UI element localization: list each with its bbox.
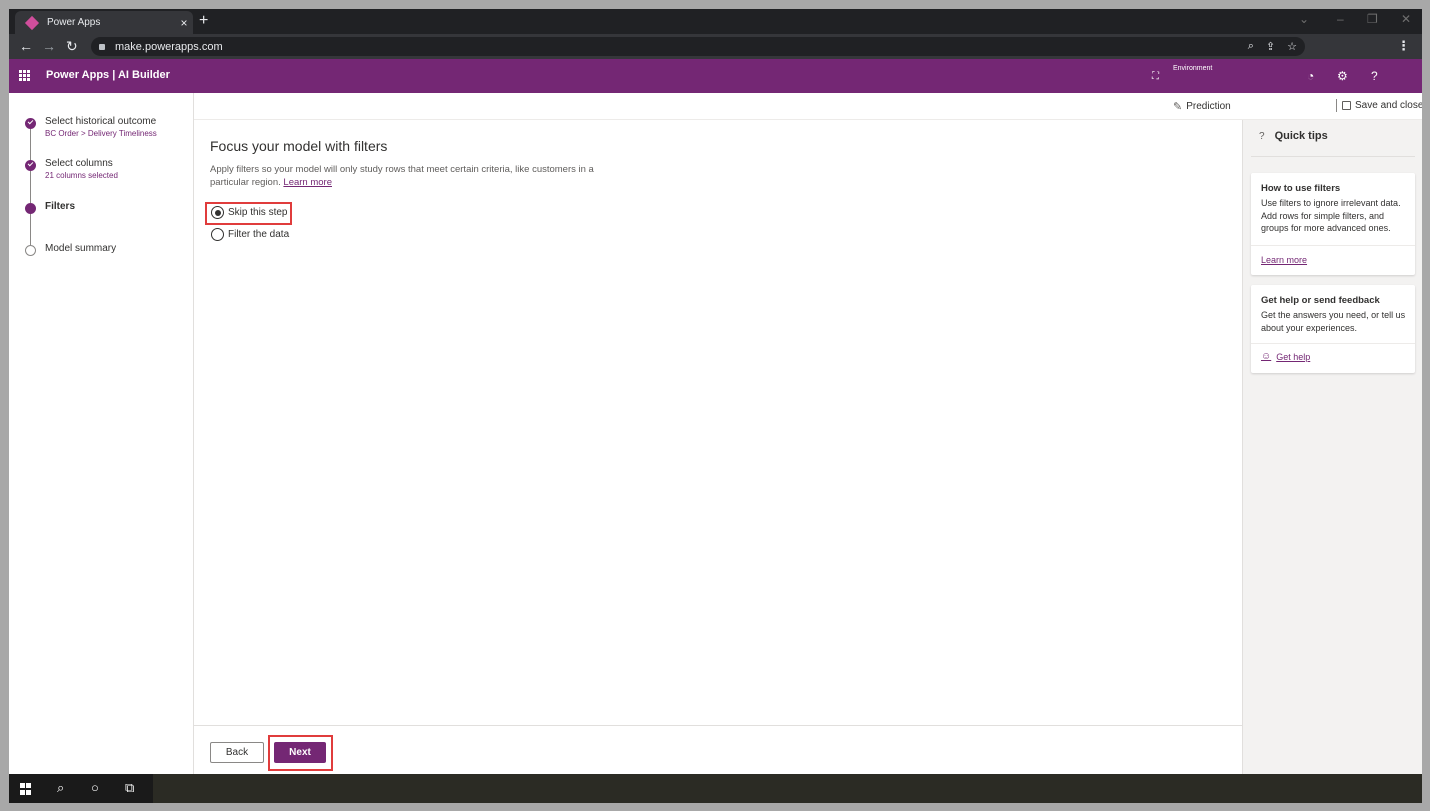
description-text: Apply filters so your model will only st…	[210, 164, 594, 188]
get-help-link[interactable]: ☺ Get help	[1261, 351, 1310, 362]
step-label: Model summary	[45, 243, 117, 254]
next-button[interactable]: Next	[274, 742, 326, 763]
task-view-icon[interactable]: ⧉	[125, 780, 134, 796]
divider	[1336, 99, 1337, 112]
prediction-label: Prediction	[1186, 101, 1231, 112]
environment-label[interactable]: Environment	[1173, 65, 1212, 72]
help-icon[interactable]: ?	[1371, 69, 1378, 83]
back-button[interactable]: Back	[210, 742, 264, 763]
taskbar: ⌕ ○ ⧉	[9, 774, 1422, 803]
step-connector	[30, 125, 31, 161]
radio-label: Filter the data	[228, 229, 290, 240]
prediction-button[interactable]: ✎ Prediction	[1173, 100, 1231, 113]
address-bar-row: ← → ↻ make.powerapps.com ⌕ ⇪ ☆ ⋮	[9, 34, 1422, 59]
tip-card-title: Get help or send feedback	[1261, 295, 1380, 306]
back-arrow-icon[interactable]: ←	[19, 38, 33, 54]
wizard-footer: Back Next	[194, 725, 1242, 774]
radio-filter-the-data[interactable]: Filter the data	[211, 228, 289, 241]
environment-icon[interactable]: ⛶	[1152, 71, 1159, 82]
radio-skip-this-step[interactable]: Skip this step	[211, 206, 287, 219]
tip-card-body: Get the answers you need, or tell us abo…	[1261, 310, 1406, 333]
forward-arrow-icon[interactable]: →	[42, 38, 56, 54]
browser-tab-strip: Power Apps × + ⌄ – ❐ ✕	[9, 9, 1422, 34]
tab-title: Power Apps	[47, 17, 101, 28]
restore-icon[interactable]: ❐	[1367, 12, 1378, 26]
save-and-close-button[interactable]: Save and close	[1342, 100, 1422, 111]
step-pending-icon	[25, 245, 36, 256]
divider	[1251, 245, 1415, 246]
tip-card-feedback: Get help or send feedback Get the answer…	[1251, 285, 1415, 373]
lock-icon	[99, 43, 105, 50]
cortana-icon[interactable]: ○	[91, 780, 99, 795]
step-current-icon	[25, 203, 36, 214]
step-complete-icon	[25, 118, 36, 129]
step-label: Select historical outcome	[45, 116, 157, 127]
step-sublabel: 21 columns selected	[45, 171, 118, 180]
radio-checked-icon[interactable]	[211, 206, 224, 219]
settings-gear-icon[interactable]: ⚙	[1337, 69, 1348, 83]
step-sublabel: BC Order > Delivery Timeliness	[45, 129, 157, 138]
taskbar-left: ⌕ ○ ⧉	[9, 774, 153, 803]
question-icon: ?	[1259, 130, 1265, 142]
quick-tips-header: ? Quick tips	[1259, 130, 1328, 142]
divider	[1251, 343, 1415, 344]
tab-close-icon[interactable]: ×	[175, 16, 193, 30]
learn-more-link[interactable]: Learn more	[1261, 255, 1307, 265]
windows-start-icon[interactable]	[20, 783, 32, 795]
close-window-icon[interactable]: ✕	[1401, 12, 1411, 26]
radio-unchecked-icon[interactable]	[211, 228, 224, 241]
notification-bell-icon[interactable]: ◔	[1307, 69, 1314, 83]
quick-tips-title: Quick tips	[1274, 130, 1328, 142]
url-text: make.powerapps.com	[115, 40, 223, 53]
step-connector	[30, 167, 31, 203]
page-title: Focus your model with filters	[210, 138, 388, 154]
tab-search-icon[interactable]: ⌄	[1299, 12, 1309, 26]
new-tab-icon[interactable]: +	[199, 12, 208, 30]
page-description: Apply filters so your model will only st…	[210, 163, 610, 189]
screen: Power Apps × + ⌄ – ❐ ✕ ← → ↻ make.powera…	[9, 9, 1422, 803]
main-content: Focus your model with filters Apply filt…	[194, 120, 1242, 725]
step-label: Select columns	[45, 158, 113, 169]
app-header: Power Apps | AI Builder ⛶ Environment ◔ …	[9, 59, 1422, 93]
radio-label: Skip this step	[228, 207, 288, 218]
zoom-icon[interactable]: ⌕	[1248, 40, 1254, 53]
tip-card-body: Use filters to ignore irrelevant data. A…	[1261, 198, 1401, 233]
star-icon[interactable]: ☆	[1287, 40, 1297, 53]
step-connector	[30, 209, 31, 245]
command-bar: ✎ Prediction Save and close	[194, 93, 1422, 120]
divider	[1251, 156, 1415, 157]
tip-card-filters: How to use filters Use filters to ignore…	[1251, 173, 1415, 275]
tip-card-title: How to use filters	[1261, 183, 1341, 194]
browser-menu-icon[interactable]: ⋮	[1397, 38, 1410, 54]
get-help-label: Get help	[1276, 351, 1311, 362]
app-launcher-icon[interactable]	[19, 70, 30, 81]
quick-tips-panel: ? Quick tips How to use filters Use filt…	[1242, 120, 1422, 774]
app-title[interactable]: Power Apps | AI Builder	[46, 69, 170, 81]
save-icon	[1342, 101, 1351, 110]
search-icon[interactable]: ⌕	[57, 780, 64, 796]
step-label: Filters	[45, 201, 76, 212]
save-and-close-label: Save and close	[1355, 100, 1422, 111]
learn-more-link[interactable]: Learn more	[283, 177, 332, 188]
minimize-icon[interactable]: –	[1337, 12, 1344, 26]
feedback-icon: ☺	[1261, 351, 1272, 362]
reload-icon[interactable]: ↻	[66, 38, 78, 55]
step-complete-icon	[25, 160, 36, 171]
url-bar[interactable]: make.powerapps.com ⌕ ⇪ ☆	[91, 37, 1305, 56]
power-apps-icon	[24, 15, 40, 30]
browser-tab[interactable]: Power Apps ×	[15, 11, 193, 34]
share-icon[interactable]: ⇪	[1266, 40, 1275, 53]
pencil-icon: ✎	[1173, 101, 1183, 113]
wizard-steps: Select historical outcome BC Order > Del…	[9, 93, 194, 774]
